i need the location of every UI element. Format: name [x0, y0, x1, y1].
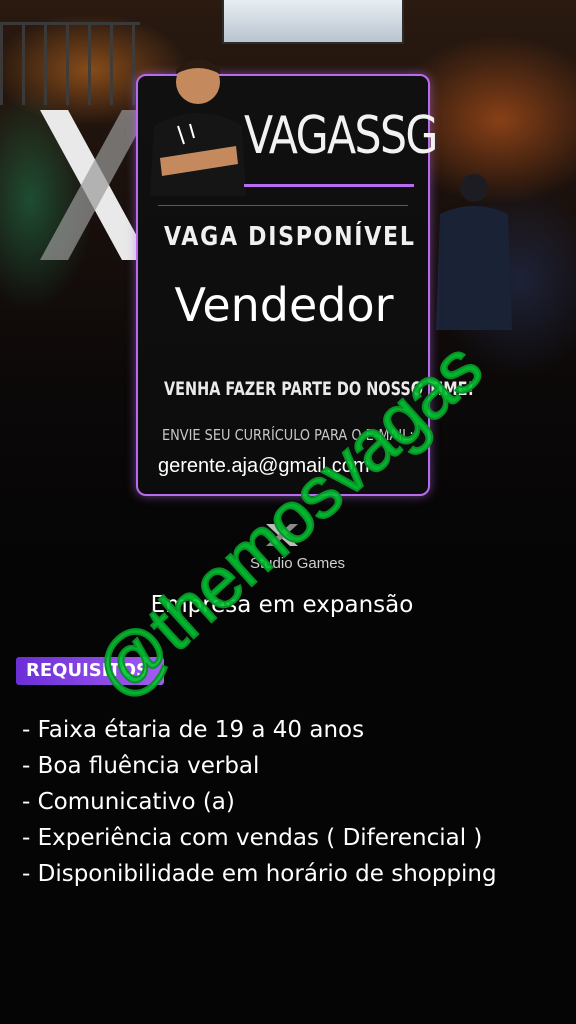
- ceiling-screen: [222, 0, 404, 44]
- railing: [0, 22, 140, 105]
- job-title: Vendedor: [174, 278, 394, 332]
- x-logo-icon: [40, 110, 150, 260]
- divider: [158, 205, 408, 206]
- company-tagline: Empresa em expansão: [150, 592, 414, 618]
- brand-underline: [244, 184, 414, 187]
- recruiter-photo: [150, 59, 246, 196]
- vaga-label: VAGA DISPONÍVEL: [164, 222, 416, 252]
- brand-logo: VAGASSG: [244, 106, 438, 166]
- requirements-list: - Faixa étaria de 19 a 40 anos - Boa flu…: [22, 712, 562, 892]
- requirement-item: - Comunicativo (a): [22, 789, 235, 815]
- call-to-action: VENHA FAZER PARTE DO NOSSO TIME!: [164, 378, 475, 400]
- requirement-item: - Disponibilidade em horário de shopping: [22, 861, 497, 887]
- requirement-item: - Experiência com vendas ( Diferencial ): [22, 825, 483, 851]
- requirement-item: - Boa fluência verbal: [22, 753, 260, 779]
- requirement-item: - Faixa étaria de 19 a 40 anos: [22, 717, 365, 743]
